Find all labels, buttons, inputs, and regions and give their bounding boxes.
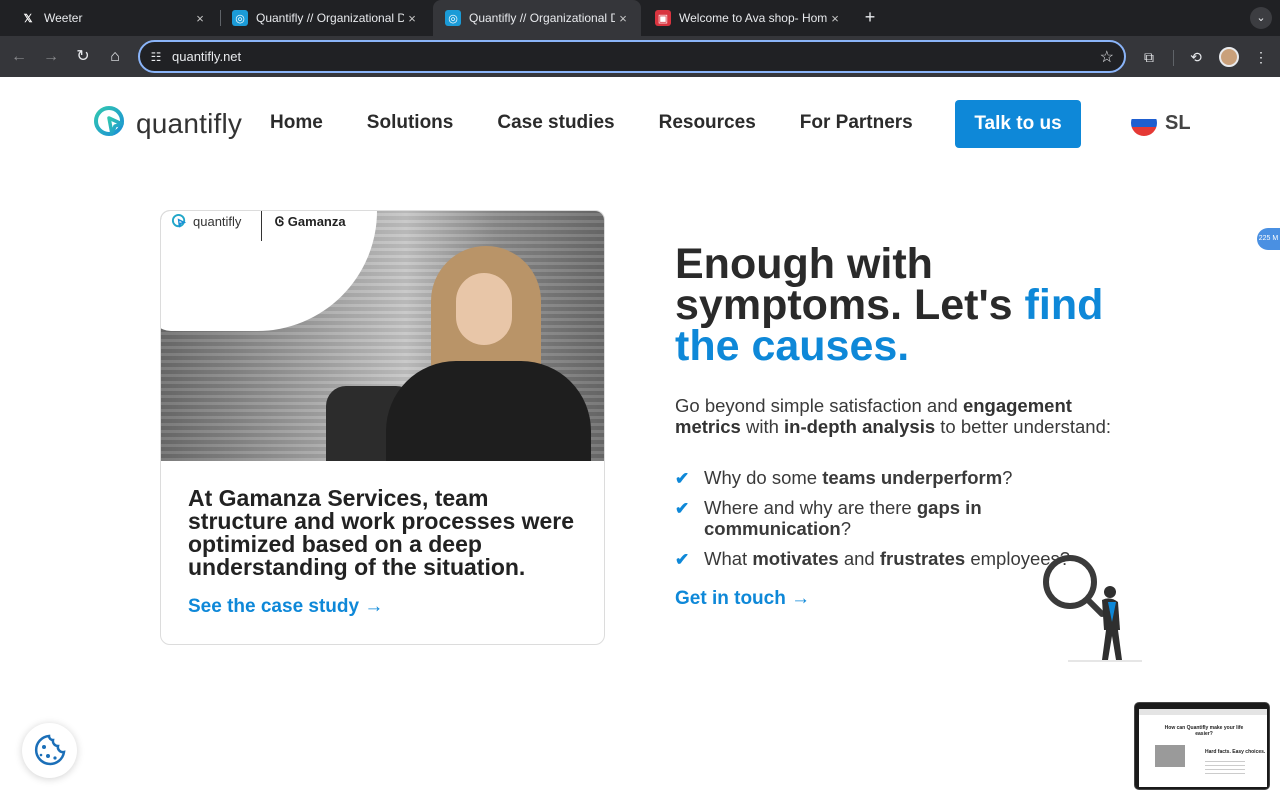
preview-title: How can Quantifly make your life easier? [1164,725,1244,737]
toolbar-divider [1173,50,1174,66]
nav-solutions[interactable]: Solutions [367,109,454,137]
close-tab-icon[interactable]: × [827,11,843,26]
preview-screen: How can Quantifly make your life easier?… [1139,709,1267,787]
case-study-title: At Gamanza Services, team structure and … [188,485,575,580]
tab-title: Weeter [44,11,83,25]
get-in-touch-link[interactable]: Get in touch → [675,588,810,610]
new-tab-button[interactable]: + [860,8,880,28]
logo-wordmark: quantifly [136,108,243,139]
language-switcher[interactable]: SL [1131,110,1191,136]
nav-for-partners[interactable]: For Partners [800,109,913,137]
quantifly-logo[interactable]: quantifly [92,104,242,144]
reload-icon[interactable]: ↻ [72,46,94,68]
tab-title: Quantifly // Organizational Dia [256,11,404,25]
person-body [386,361,591,461]
list-item: ✔ Where and why are there gaps in commun… [675,497,1115,539]
slovenia-flag-icon [1131,110,1157,136]
tab-weeter[interactable]: 𝕏 Weeter × [8,0,218,36]
magnifier-person-illustration [1043,555,1142,662]
tab-search-chevron-icon[interactable]: ⌄ [1250,7,1272,29]
tab-ava-shop[interactable]: ▣ Welcome to Ava shop- Home × [643,0,853,36]
hero-title: Enough with symptoms. Let's find the cau… [675,243,1135,368]
browser-menu-icon[interactable]: ⋮ [1250,46,1272,68]
tab-quantifly-2-active[interactable]: ◎ Quantifly // Organizational Dia × [433,0,641,36]
partner-logo-left-text: quantifly [193,214,242,229]
address-bar[interactable]: ☷ quantifly.net ☆ [138,40,1126,73]
screen-preview-thumbnail[interactable]: How can Quantifly make your life easier?… [1134,702,1270,790]
cookie-settings-button[interactable] [22,723,77,778]
quantifly-mini-icon [171,213,187,228]
x-logo-icon: 𝕏 [23,12,33,25]
bullet-bold: teams underperform [822,467,1003,488]
nav-case-studies[interactable]: Case studies [497,109,614,137]
intro-bold: in-depth analysis [784,416,936,437]
main-navigation: Home Solutions Case studies Resources Fo… [270,109,957,137]
browser-tab-bar: 𝕏 Weeter × ◎ Quantifly // Organizational… [0,0,1280,36]
checkmark-icon: ✔ [675,550,690,569]
intro-text: with [740,416,785,437]
preview-heading: Hard facts. Easy choices. [1205,749,1266,755]
intro-text: to better understand: [935,416,1112,437]
bullet-bold: motivates [752,548,839,569]
hero-intro: Go beyond simple satisfaction and engage… [675,395,1115,437]
partner-logo-right-text: Gamanza [287,214,346,229]
person-face [456,273,512,345]
see-case-study-link[interactable]: See the case study → [188,596,383,618]
extensions-puzzle-icon[interactable]: ⧉ [1138,46,1160,68]
site-settings-icon[interactable]: ☷ [148,49,164,65]
bullet-text: Where and why are there [704,497,917,518]
side-floating-badge[interactable]: 225 M [1257,228,1280,250]
logo-divider [261,211,262,241]
intro-text: Go beyond simple satisfaction and [675,395,963,416]
cookie-icon [34,734,66,766]
bullet-text: What [704,548,753,569]
gamanza-g-icon: Ꮆ [275,214,285,229]
extension-icon[interactable]: ⟲ [1185,46,1207,68]
bullet-text: and [838,548,880,569]
bookmark-star-icon[interactable]: ☆ [1100,47,1114,67]
back-arrow-icon[interactable]: ← [8,46,30,68]
preview-text-lines [1205,761,1245,777]
preview-header [1139,709,1267,715]
tab-title: Welcome to Ava shop- Home [679,11,827,25]
bullet-bold: frustrates [879,548,966,569]
forward-arrow-icon[interactable]: → [40,46,62,68]
quantifly-partner-logo: quantifly [171,213,241,230]
tab-quantifly-1[interactable]: ◎ Quantifly // Organizational Dia × [220,0,430,36]
bullet-text: Why do some [704,467,823,488]
quantifly-favicon-icon: ◎ [232,10,248,26]
case-study-photo: quantifly Ꮆ Gamanza [161,211,604,461]
checkmark-icon: ✔ [675,499,690,518]
bullet-text: ? [1002,467,1013,488]
quantifly-favicon-icon: ◎ [445,10,461,26]
ava-shop-favicon-icon: ▣ [655,10,671,26]
nav-resources[interactable]: Resources [659,109,756,137]
quantifly-logo-icon [94,106,124,136]
talk-to-us-button[interactable]: Talk to us [955,100,1081,148]
close-tab-icon[interactable]: × [615,11,631,26]
bullet-text: ? [840,518,852,539]
checkmark-icon: ✔ [675,469,690,488]
language-label: SL [1165,111,1191,134]
home-icon[interactable]: ⌂ [104,46,126,68]
list-item: ✔ Why do some teams underperform? [675,467,1115,488]
browser-toolbar: ← → ↻ ⌂ ☷ quantifly.net ☆ ⧉ ⟲ ⋮ [0,36,1280,77]
preview-image [1155,745,1185,767]
close-tab-icon[interactable]: × [404,11,420,26]
profile-avatar[interactable] [1219,47,1239,67]
gamanza-logo: Ꮆ Gamanza [275,214,346,230]
tab-title: Quantifly // Organizational Dia [469,11,615,25]
url-text[interactable]: quantifly.net [172,42,241,71]
nav-home[interactable]: Home [270,109,323,137]
close-tab-icon[interactable]: × [192,11,208,26]
case-study-card: quantifly Ꮆ Gamanza At Gamanza Services,… [160,210,605,645]
